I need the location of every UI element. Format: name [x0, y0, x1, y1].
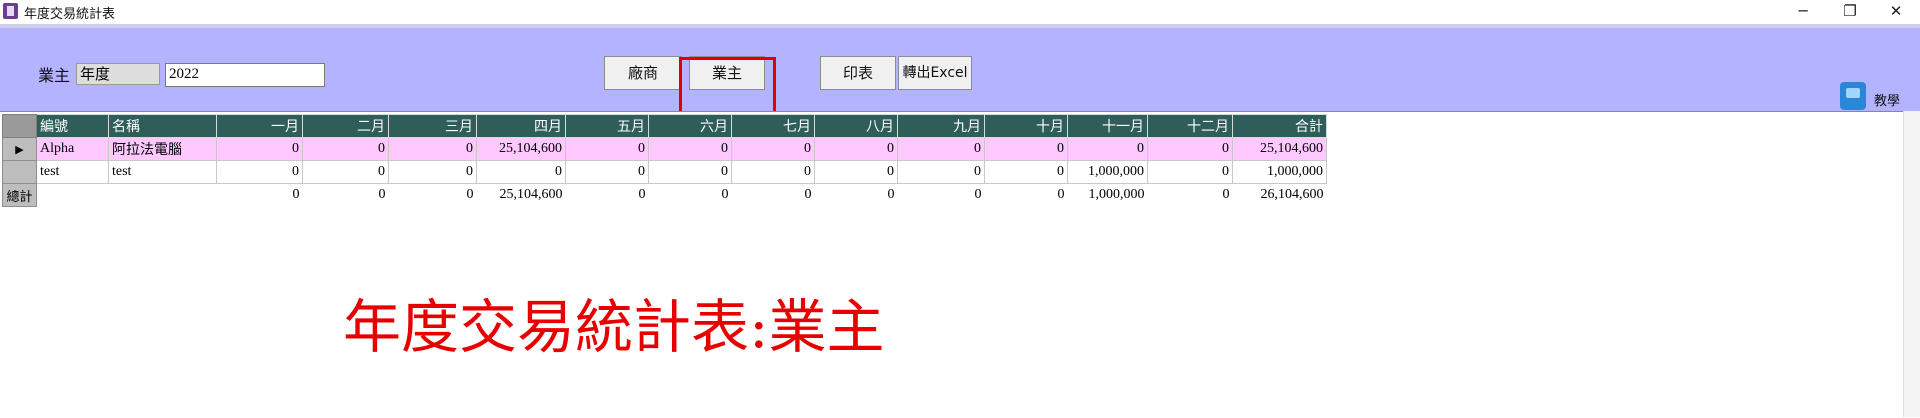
cell-value[interactable]: 25,104,600: [476, 137, 566, 161]
vertical-scrollbar[interactable]: [1903, 111, 1920, 417]
teach-label[interactable]: 教學: [1874, 90, 1900, 109]
toolbar-panel: 業主 年度 2022 廠商 業主 印表 轉出Excel 教學: [0, 24, 1920, 132]
cell-value[interactable]: 0: [897, 160, 985, 184]
cell-value[interactable]: 1,000,000: [1067, 160, 1148, 184]
total-cell: 25,104,600: [499, 187, 563, 203]
cell-value[interactable]: 0: [1147, 160, 1233, 184]
cell-value[interactable]: 0: [731, 137, 815, 161]
restore-button[interactable]: ❐: [1827, 0, 1873, 24]
total-cell: 0: [804, 187, 812, 203]
total-cell: 0: [1057, 187, 1065, 203]
stats-table: 編號 名稱 一月 二月 三月 四月 五月 六月 七月 八月 九月 十月 十一月 …: [2, 114, 1327, 207]
cell-value[interactable]: 0: [216, 160, 303, 184]
column-header[interactable]: 四月: [476, 114, 566, 138]
column-header[interactable]: 三月: [388, 114, 477, 138]
cell-value[interactable]: 0: [814, 160, 898, 184]
cell-value[interactable]: 0: [216, 137, 303, 161]
column-header[interactable]: 十二月: [1147, 114, 1233, 138]
cell-total[interactable]: 1,000,000: [1232, 160, 1327, 184]
app-icon: [3, 3, 18, 19]
column-header[interactable]: 二月: [302, 114, 389, 138]
window-title: 年度交易統計表: [24, 7, 116, 22]
total-cell: [37, 184, 109, 207]
title-bar: 年度交易統計表 ─ ❐ ✕: [0, 0, 1920, 24]
cell-name[interactable]: test: [108, 160, 217, 184]
total-cell: 0: [378, 187, 386, 203]
cell-value[interactable]: 0: [565, 160, 649, 184]
total-cell: 26,104,600: [1260, 187, 1324, 203]
column-header[interactable]: 七月: [731, 114, 815, 138]
close-button[interactable]: ✕: [1873, 0, 1919, 24]
cell-value[interactable]: 0: [302, 137, 389, 161]
export-excel-button[interactable]: 轉出Excel: [898, 56, 972, 90]
header-row: 編號 名稱 一月 二月 三月 四月 五月 六月 七月 八月 九月 十月 十一月 …: [2, 114, 1327, 138]
print-button[interactable]: 印表: [820, 56, 896, 90]
table-row[interactable]: test test 0 0 0 0 0 0 0 0 0 0 1,000,000 …: [2, 160, 1327, 184]
column-header[interactable]: 八月: [814, 114, 898, 138]
total-label: 總計: [2, 183, 37, 207]
row-indicator[interactable]: ▶: [2, 137, 37, 161]
row-indicator[interactable]: [2, 160, 37, 184]
cell-value[interactable]: 0: [388, 160, 477, 184]
cell-value[interactable]: 0: [302, 160, 389, 184]
total-cell: 0: [974, 187, 982, 203]
column-header[interactable]: 九月: [897, 114, 985, 138]
cell-value[interactable]: 0: [476, 160, 566, 184]
total-cell: [109, 184, 217, 207]
grid-area: 編號 名稱 一月 二月 三月 四月 五月 六月 七月 八月 九月 十月 十一月 …: [0, 111, 1920, 418]
teach-icon[interactable]: [1840, 82, 1866, 110]
cell-value[interactable]: 0: [731, 160, 815, 184]
vendor-button[interactable]: 廠商: [604, 56, 682, 90]
total-cell: 0: [292, 187, 300, 203]
cell-value[interactable]: 0: [984, 160, 1068, 184]
cell-code[interactable]: Alpha: [36, 137, 109, 161]
column-header[interactable]: 六月: [648, 114, 732, 138]
cell-value[interactable]: 0: [984, 137, 1068, 161]
column-header[interactable]: 編號: [36, 114, 109, 138]
year-input[interactable]: 2022: [165, 63, 325, 87]
annotation-caption: 年度交易統計表:業主: [343, 293, 885, 361]
column-header[interactable]: 五月: [565, 114, 649, 138]
total-cell: 0: [887, 187, 895, 203]
cell-value[interactable]: 0: [1147, 137, 1233, 161]
cell-value[interactable]: 0: [388, 137, 477, 161]
header-corner: [2, 114, 37, 138]
cell-value[interactable]: 0: [648, 137, 732, 161]
total-cell: 0: [466, 187, 474, 203]
table-row[interactable]: ▶ Alpha 阿拉法電腦 0 0 0 25,104,600 0 0 0 0 0…: [2, 137, 1327, 161]
cell-total[interactable]: 25,104,600: [1232, 137, 1327, 161]
column-header[interactable]: 十月: [984, 114, 1068, 138]
column-header[interactable]: 合計: [1232, 114, 1327, 138]
cell-value[interactable]: 0: [565, 137, 649, 161]
year-label: 年度: [76, 63, 160, 85]
minimize-button[interactable]: ─: [1780, 0, 1826, 24]
column-header[interactable]: 名稱: [108, 114, 217, 138]
cell-name[interactable]: 阿拉法電腦: [108, 137, 217, 161]
cell-value[interactable]: 0: [1067, 137, 1148, 161]
total-cell: 1,000,000: [1088, 187, 1145, 203]
total-cell: 0: [638, 187, 646, 203]
total-cell: 0: [721, 187, 729, 203]
owner-label: 業主: [38, 66, 71, 85]
cell-code[interactable]: test: [36, 160, 109, 184]
cell-value[interactable]: 0: [897, 137, 985, 161]
total-row: 總計 0 0 0 25,104,600 0 0 0 0 0 0 1,000,00…: [2, 183, 1327, 207]
column-header[interactable]: 一月: [216, 114, 303, 138]
column-header[interactable]: 十一月: [1067, 114, 1148, 138]
total-cell: 0: [1222, 187, 1230, 203]
cell-value[interactable]: 0: [814, 137, 898, 161]
cell-value[interactable]: 0: [648, 160, 732, 184]
